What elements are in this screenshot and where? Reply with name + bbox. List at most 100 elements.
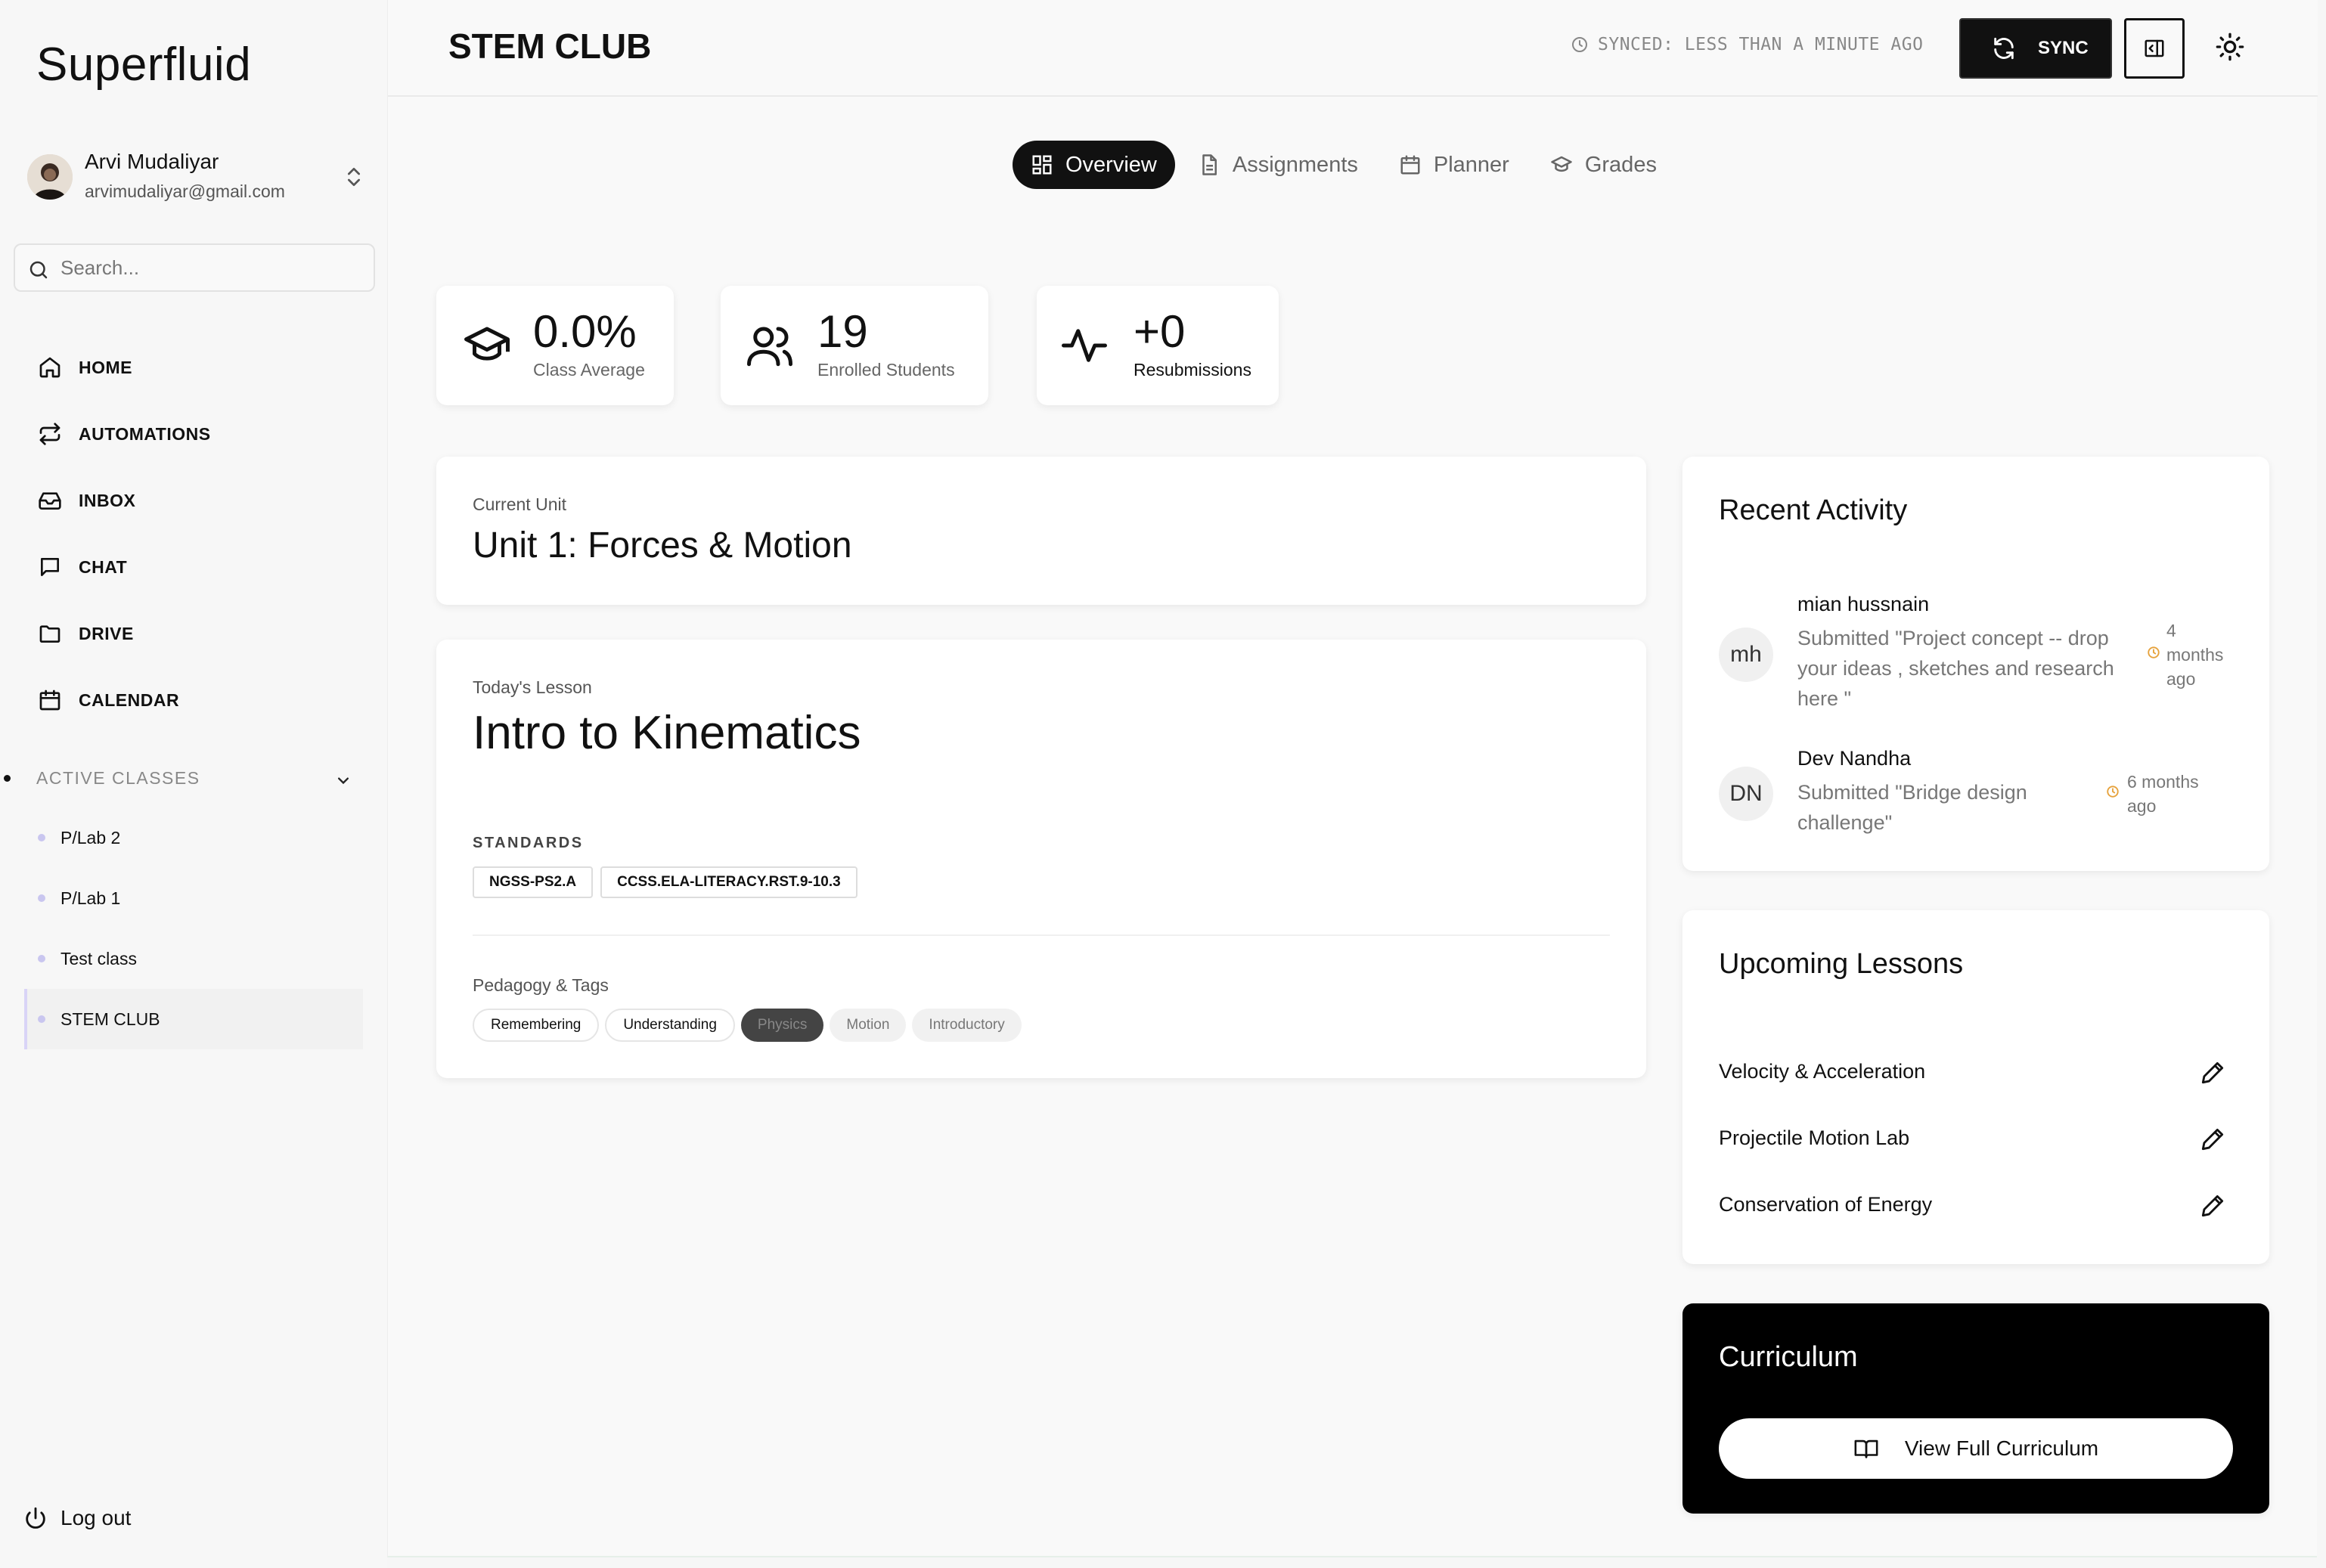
stat-class-average: 0.0% Class Average [436, 286, 674, 405]
class-item-test-class[interactable]: Test class [24, 928, 363, 989]
clock-icon [1572, 37, 1587, 52]
class-dot [38, 834, 45, 841]
lesson-name: Velocity & Acceleration [1719, 1060, 1926, 1083]
class-label: STEM CLUB [60, 1009, 160, 1029]
activity-item[interactable]: mh mian hussnain Submitted "Project conc… [1719, 593, 2233, 710]
sidebar-panel-icon [2145, 39, 2164, 57]
lesson-name: Conservation of Energy [1719, 1193, 1933, 1216]
tag-remembering[interactable]: Remembering [473, 1009, 600, 1042]
current-unit-label: Current Unit [473, 494, 566, 514]
activity-description: Submitted "Project concept -- drop your … [1797, 623, 2114, 714]
pencil-icon[interactable] [2198, 1058, 2227, 1087]
tag-motion[interactable]: Motion [830, 1009, 907, 1042]
nav-item-calendar[interactable]: CALENDAR [27, 667, 360, 733]
nav-item-home[interactable]: HOME [27, 334, 360, 401]
tab-assignments[interactable]: Assignments [1180, 141, 1376, 189]
divider [473, 934, 1610, 936]
graduation-cap-icon [1551, 156, 1572, 172]
class-list: P/Lab 2 P/Lab 1 Test class STEM CLUB [24, 807, 363, 1049]
recent-activity-title: Recent Activity [1719, 494, 1908, 526]
nav-item-label: INBOX [79, 490, 136, 510]
current-unit-title: Unit 1: Forces & Motion [473, 525, 852, 566]
user-account-switcher[interactable]: Arvi Mudaliyar arvimudaliyar@gmail.com [27, 148, 369, 207]
calendar-icon [1400, 155, 1420, 175]
main-nav: HOME AUTOMATIONS INBOX CHAT DRIVE CALEND… [27, 334, 360, 733]
nav-item-label: CHAT [79, 556, 128, 577]
page-title: STEM CLUB [448, 26, 652, 66]
nav-item-inbox[interactable]: INBOX [27, 467, 360, 534]
tag-physics[interactable]: Physics [740, 1009, 824, 1042]
tab-label: Planner [1433, 152, 1509, 177]
pencil-icon[interactable] [2198, 1191, 2227, 1220]
avatar: mh [1719, 628, 1773, 682]
main-content: STEM CLUB SYNCED: LESS THAN A MINUTE AGO… [387, 0, 2318, 1557]
chevrons-up-down-icon[interactable] [342, 165, 366, 189]
sun-icon[interactable] [2215, 32, 2245, 62]
activity-description-line: challenge" [1797, 811, 1893, 834]
class-item-plab2[interactable]: P/Lab 2 [24, 807, 363, 868]
tab-overview[interactable]: Overview [1013, 141, 1175, 189]
book-open-icon [1854, 1439, 1878, 1458]
activity-user-name: Dev Nandha [1797, 747, 1912, 770]
activity-user-name: mian hussnain [1797, 593, 1930, 615]
tab-planner[interactable]: Planner [1381, 141, 1527, 189]
tag-introductory[interactable]: Introductory [912, 1009, 1022, 1042]
tab-label: Overview [1065, 152, 1157, 177]
class-label: P/Lab 2 [60, 827, 121, 848]
upcoming-lesson-item[interactable]: Conservation of Energy [1719, 1187, 2248, 1225]
stat-caption: Resubmissions [1134, 360, 1251, 380]
sync-button[interactable]: SYNC [1959, 18, 2112, 79]
toggle-panel-button[interactable] [2124, 18, 2185, 79]
users-icon [747, 327, 792, 367]
nav-item-automations[interactable]: AUTOMATIONS [27, 401, 360, 467]
activity-time-line: 4 [2166, 621, 2176, 640]
class-label: P/Lab 1 [60, 888, 121, 908]
standard-badge: NGSS-PS2.A [473, 866, 594, 898]
nav-item-label: CALENDAR [79, 689, 180, 710]
class-dot [38, 894, 45, 902]
calendar-icon [39, 689, 60, 711]
brand-logo: Superfluid [36, 39, 252, 91]
view-full-curriculum-button[interactable]: View Full Curriculum [1719, 1418, 2233, 1479]
stat-caption: Class Average [533, 360, 645, 380]
inbox-icon [39, 492, 61, 510]
chevron-down-icon [338, 777, 349, 785]
sync-status: SYNCED: LESS THAN A MINUTE AGO [1571, 35, 1923, 54]
pencil-icon[interactable] [2198, 1125, 2227, 1154]
todays-lesson-title: Intro to Kinematics [473, 707, 861, 759]
nav-item-chat[interactable]: CHAT [27, 534, 360, 600]
section-heading: ACTIVE CLASSES [36, 768, 200, 788]
sidebar: Superfluid Arvi Mudaliyar arvimudaliyar@… [0, 0, 387, 1568]
class-item-stem-club[interactable]: STEM CLUB [24, 989, 363, 1049]
graduation-cap-icon [464, 327, 510, 361]
activity-time-line: ago [2166, 669, 2196, 689]
activity-item[interactable]: DN Dev Nandha Submitted "Bridge design c… [1719, 747, 2233, 834]
pedagogy-label: Pedagogy & Tags [473, 975, 609, 995]
recent-activity-card: Recent Activity mh mian hussnain Submitt… [1682, 457, 2269, 871]
class-label: Test class [60, 948, 137, 968]
folder-icon [39, 625, 60, 643]
upcoming-lesson-item[interactable]: Velocity & Acceleration [1719, 1054, 2248, 1092]
user-name: Arvi Mudaliyar [85, 150, 219, 173]
tab-label: Grades [1584, 152, 1657, 177]
activity-time: 4 months ago [2166, 618, 2223, 691]
tag-understanding[interactable]: Understanding [605, 1009, 735, 1042]
stat-caption: Enrolled Students [817, 360, 955, 380]
search-input[interactable] [60, 251, 363, 284]
activity-description-line: your ideas , sketches and research [1797, 657, 2114, 680]
clock-icon [2107, 786, 2119, 798]
top-bar: STEM CLUB SYNCED: LESS THAN A MINUTE AGO… [388, 0, 2318, 97]
logout-button[interactable]: Log out [23, 1503, 131, 1533]
nav-item-label: DRIVE [79, 623, 134, 643]
upcoming-lesson-item[interactable]: Projectile Motion Lab [1719, 1120, 2248, 1158]
class-item-plab1[interactable]: P/Lab 1 [24, 868, 363, 928]
upcoming-lessons-title: Upcoming Lessons [1719, 948, 1964, 980]
class-dot [38, 1015, 45, 1023]
active-classes-toggle[interactable]: ACTIVE CLASSES [36, 768, 354, 794]
nav-item-drive[interactable]: DRIVE [27, 600, 360, 667]
tab-grades[interactable]: Grades [1532, 141, 1675, 189]
standards-list: NGSS-PS2.A CCSS.ELA-LITERACY.RST.9-10.3 [473, 866, 865, 898]
logout-label: Log out [60, 1506, 132, 1529]
activity-time-line: 6 months [2127, 772, 2199, 792]
current-unit-card: Current Unit Unit 1: Forces & Motion [436, 457, 1646, 605]
